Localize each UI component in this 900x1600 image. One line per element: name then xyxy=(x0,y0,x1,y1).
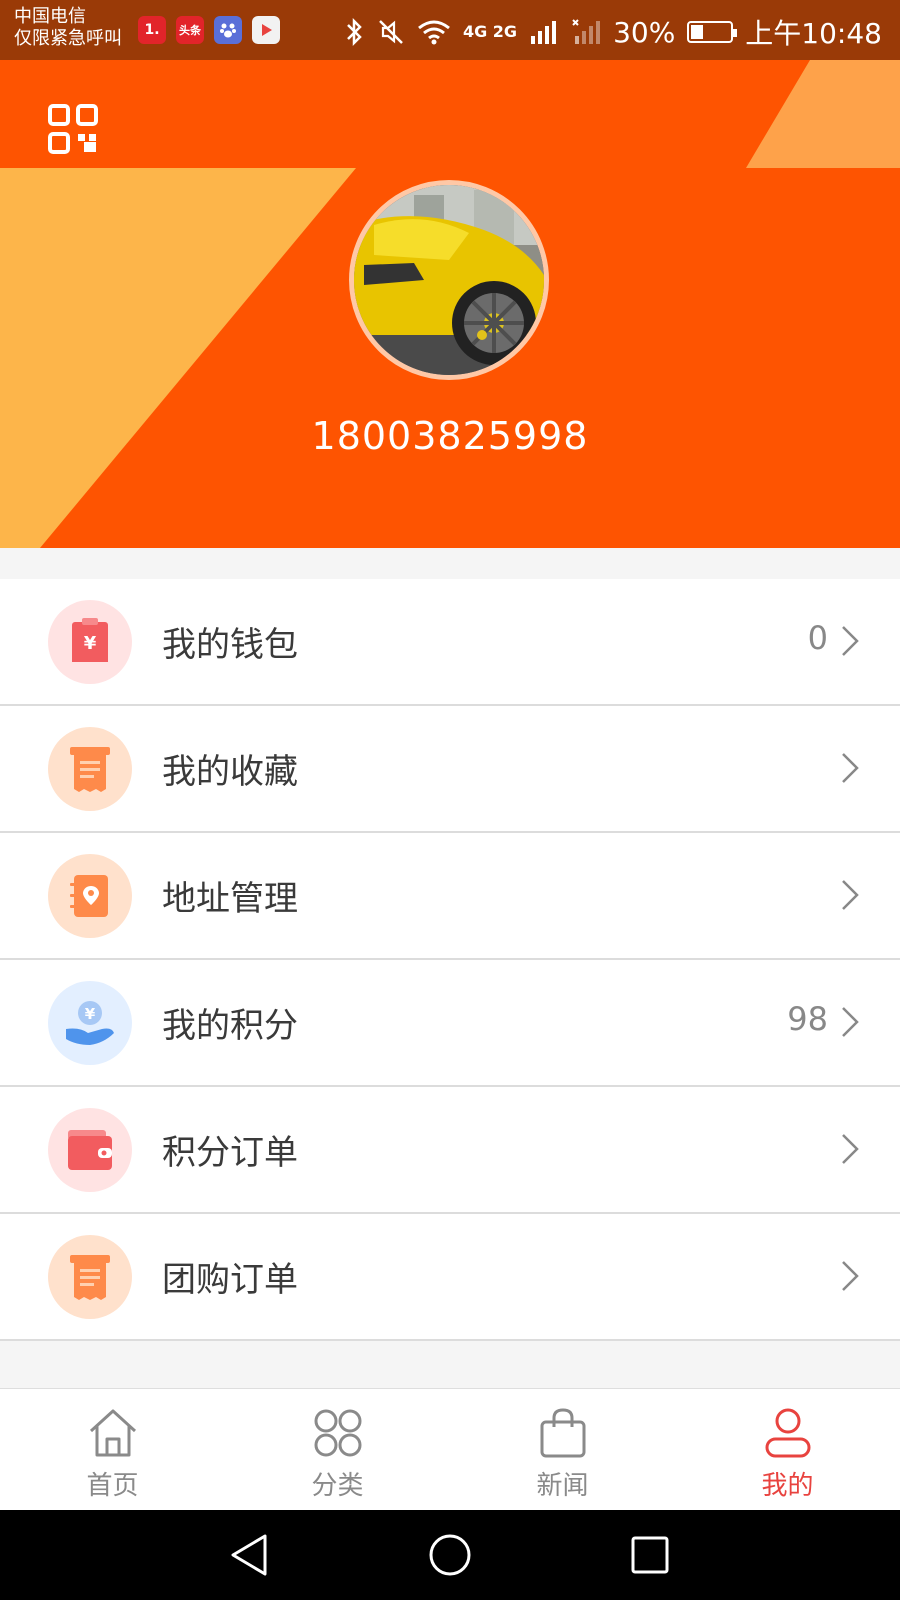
chevron-right-icon xyxy=(842,880,859,910)
menu-item-address[interactable]: 地址管理 xyxy=(0,833,900,960)
menu-label: 我的钱包 xyxy=(162,625,298,665)
chevron-right-icon xyxy=(842,1007,859,1037)
menu-label: 地址管理 xyxy=(162,879,298,919)
network-type: 4G 2G xyxy=(462,22,518,41)
clock: 上午10:48 xyxy=(745,17,882,50)
system-status: 4G 2G 30% 上午10:48 xyxy=(343,12,882,52)
qr-code-icon xyxy=(48,104,98,154)
qr-code-button[interactable] xyxy=(48,104,98,154)
bag-icon xyxy=(540,1408,585,1458)
baidu-notification-icon xyxy=(214,16,242,44)
nav-label: 新闻 xyxy=(536,1471,589,1501)
recents-icon[interactable] xyxy=(625,1530,675,1580)
points-balance: 98 xyxy=(787,1000,828,1038)
user-phone-number: 18003825998 xyxy=(311,414,589,458)
battery-icon xyxy=(687,21,738,43)
car-photo xyxy=(354,185,544,375)
menu-item-points-orders[interactable]: 积分订单 xyxy=(0,1087,900,1214)
app-notification-icon: 1. xyxy=(138,16,166,44)
svg-text:¥: ¥ xyxy=(84,633,97,654)
wallet-balance: 0 xyxy=(807,619,828,657)
svg-text:¥: ¥ xyxy=(85,1005,96,1023)
menu-item-group-orders[interactable]: 团购订单 xyxy=(0,1214,900,1341)
notification-icons: 1. 头条 xyxy=(138,16,280,44)
profile-menu: ¥ 我的钱包 0 我的收藏 地址管理 ¥ 我的积分 98 积分订单 团购订单 xyxy=(0,579,900,1341)
menu-label: 团购订单 xyxy=(162,1260,298,1300)
nav-tab-profile[interactable]: 我的 xyxy=(675,1389,900,1510)
video-notification-icon xyxy=(252,16,280,44)
carrier-name: 中国电信 xyxy=(14,6,86,27)
menu-label: 我的收藏 xyxy=(162,752,298,792)
chevron-right-icon xyxy=(842,626,859,656)
nav-tab-category[interactable]: 分类 xyxy=(225,1389,450,1510)
nav-tab-news[interactable]: 新闻 xyxy=(450,1389,675,1510)
wallet-icon xyxy=(48,1108,132,1192)
chevron-right-icon xyxy=(842,1134,859,1164)
system-navigation-bar xyxy=(0,1510,900,1600)
nav-tab-home[interactable]: 首页 xyxy=(0,1389,225,1510)
address-book-icon xyxy=(48,854,132,938)
carrier-status: 仅限紧急呼叫 xyxy=(14,28,122,49)
receipt-icon xyxy=(48,727,132,811)
bluetooth-icon xyxy=(347,17,362,47)
menu-item-wallet[interactable]: ¥ 我的钱包 0 xyxy=(0,579,900,706)
nav-label: 我的 xyxy=(761,1471,814,1501)
receipt-icon xyxy=(48,1235,132,1319)
category-icon xyxy=(314,1409,361,1457)
toutiao-notification-icon: 头条 xyxy=(176,16,204,44)
menu-item-points[interactable]: ¥ 我的积分 98 xyxy=(0,960,900,1087)
nav-label: 分类 xyxy=(311,1471,364,1501)
battery-level xyxy=(691,25,703,39)
profile-header: 18003825998 xyxy=(0,60,900,548)
back-icon[interactable] xyxy=(225,1530,275,1580)
home-icon xyxy=(89,1409,136,1457)
menu-item-favorites[interactable]: 我的收藏 xyxy=(0,706,900,833)
chevron-right-icon xyxy=(842,753,859,783)
battery-percent: 30% xyxy=(613,15,676,49)
user-icon xyxy=(765,1408,810,1458)
home-circle-icon[interactable] xyxy=(425,1530,475,1580)
status-bar: 中国电信 仅限紧急呼叫 1. 头条 4G 2G 30% 上午10:48 xyxy=(0,0,900,60)
bottom-navigation: 首页 分类 新闻 我的 xyxy=(0,1388,900,1510)
coin-hand-icon: ¥ xyxy=(48,981,132,1065)
network-type-label: 4G 2G xyxy=(462,22,518,41)
mute-icon xyxy=(379,20,403,44)
wallet-receipt-icon: ¥ xyxy=(48,600,132,684)
carrier-info: 中国电信 仅限紧急呼叫 xyxy=(14,6,122,50)
avatar[interactable] xyxy=(349,180,549,380)
chevron-right-icon xyxy=(842,1261,859,1291)
menu-label: 积分订单 xyxy=(162,1133,298,1173)
menu-label: 我的积分 xyxy=(162,1006,298,1046)
nav-label: 首页 xyxy=(86,1471,139,1501)
signal-weak-icon xyxy=(572,19,601,44)
wifi-icon xyxy=(418,20,450,45)
signal-icon xyxy=(531,21,557,44)
